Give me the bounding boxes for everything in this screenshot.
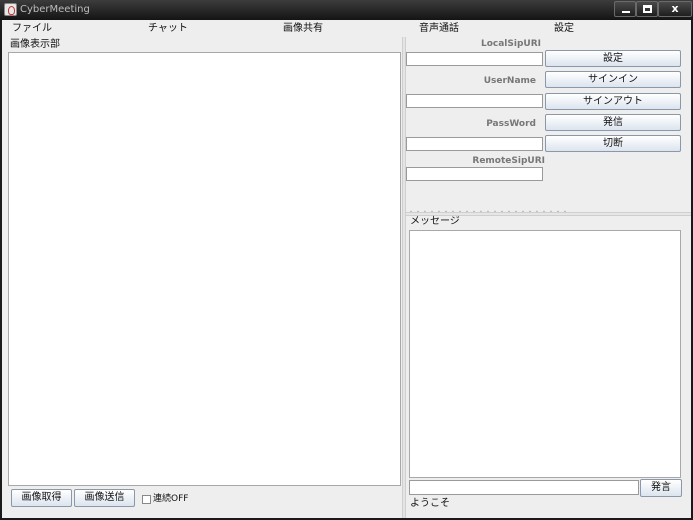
speak-button[interactable]: 発言 (640, 479, 682, 497)
maximize-icon[interactable] (636, 1, 658, 17)
continuous-checkbox-label[interactable]: 連続OFF (153, 493, 188, 505)
get-image-button[interactable]: 画像取得 (11, 489, 72, 507)
app-icon (4, 3, 17, 16)
message-log (409, 230, 681, 478)
password-field[interactable] (406, 137, 543, 151)
hang-up-button[interactable]: 切断 (545, 135, 681, 152)
image-panel-label: 画像表示部 (10, 39, 60, 50)
status-text: ようこそ (410, 498, 450, 509)
password-label: PassWord (486, 119, 536, 129)
settings-button[interactable]: 設定 (545, 50, 681, 67)
username-label: UserName (483, 76, 536, 86)
window-title: CyberMeeting (20, 4, 90, 15)
menu-file[interactable]: ファイル (12, 22, 52, 35)
sign-in-button[interactable]: サインイン (545, 71, 681, 88)
menu-voice-call[interactable]: 音声通話 (419, 22, 459, 35)
main-window: ファイル チャット 画像共有 音声通話 設定 画像表示部 画像取得 画像送信 連… (2, 20, 691, 518)
menu-settings[interactable]: 設定 (554, 22, 574, 35)
local-sip-uri-field[interactable] (406, 52, 543, 66)
message-input[interactable] (409, 480, 639, 495)
message-panel-label: メッセージ (410, 216, 460, 227)
checkbox-icon[interactable] (142, 495, 151, 504)
remote-sip-uri-field[interactable] (406, 167, 543, 181)
call-button[interactable]: 発信 (545, 114, 681, 131)
send-image-button[interactable]: 画像送信 (74, 489, 135, 507)
minimize-icon[interactable] (614, 1, 636, 17)
menu-image-share[interactable]: 画像共有 (283, 22, 323, 35)
image-display-area (8, 52, 401, 486)
close-icon[interactable]: x (658, 1, 692, 17)
close-glyph: x (671, 2, 679, 15)
title-bar[interactable]: CyberMeeting x (0, 0, 693, 20)
sign-out-button[interactable]: サインアウト (545, 93, 681, 110)
local-sip-uri-label: LocalSipURI (480, 39, 541, 49)
username-field[interactable] (406, 94, 543, 108)
menu-chat[interactable]: チャット (148, 22, 188, 35)
vertical-splitter[interactable] (402, 37, 406, 518)
menu-bar: ファイル チャット 画像共有 音声通話 設定 (2, 20, 691, 37)
remote-sip-uri-label: RemoteSipURI (472, 156, 545, 166)
